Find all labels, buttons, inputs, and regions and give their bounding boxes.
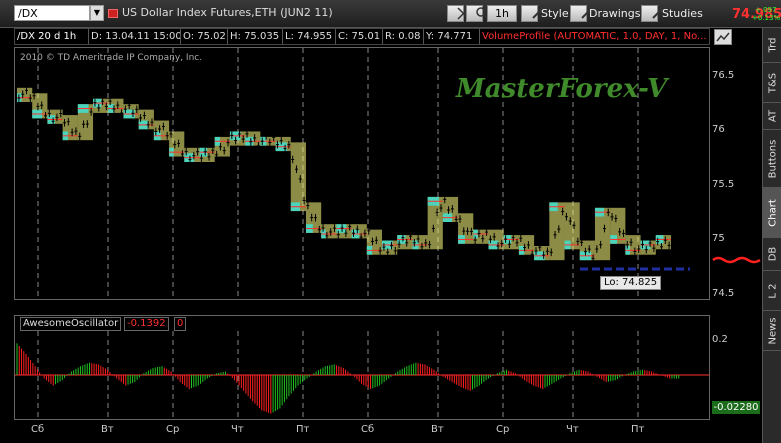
drawings-menu[interactable]: Drawings	[589, 7, 640, 20]
side-tab-chart[interactable]: Chart	[763, 188, 781, 238]
time-axis-tick: Ср	[166, 424, 180, 435]
info-separator	[282, 29, 283, 44]
current-price-marker	[712, 256, 761, 264]
side-tab-news[interactable]: News	[763, 311, 781, 351]
side-tab-l-2[interactable]: L 2	[763, 271, 781, 311]
chart-settings-button[interactable]	[714, 29, 732, 45]
info-separator	[88, 29, 89, 44]
drawings-icon-button[interactable]	[570, 5, 592, 22]
time-axis-tick: Вт	[101, 424, 114, 435]
side-tab-strip: Trd T&S AT Buttons Chart DB L 2 News	[762, 28, 781, 443]
side-tab-trd[interactable]: Trd	[763, 28, 781, 63]
net-change: +.097	[755, 6, 777, 14]
info-separator	[180, 29, 181, 44]
info-separator	[227, 29, 228, 44]
price-axis-tick: 76	[712, 124, 725, 136]
info-symbol-period: /DX 20 d 1h	[17, 31, 77, 42]
current-oscillator-value: -0.02280	[712, 401, 760, 414]
period-button[interactable]: 1h	[487, 5, 517, 22]
info-open: O: 75.02	[183, 31, 226, 42]
time-axis-tick: Чт	[566, 424, 579, 435]
low-price-marker: Lo: 74.825	[600, 276, 662, 290]
info-separator	[479, 29, 480, 44]
info-close: C: 75.01	[338, 31, 381, 42]
zoom-tool-button[interactable]	[466, 5, 489, 22]
futures-flag-icon	[108, 9, 118, 18]
oscillator-value: -0.1392	[124, 317, 169, 331]
oscillator-axis-tick: 0.2	[712, 333, 728, 345]
time-axis-tick: Вт	[431, 424, 444, 435]
info-low: L: 74.955	[285, 31, 333, 42]
side-tab-buttons[interactable]: Buttons	[763, 130, 781, 188]
price-axis-tick: 75.5	[712, 178, 735, 190]
symbol-input[interactable]: /DX	[14, 5, 90, 21]
time-axis-tick: Ср	[496, 424, 510, 435]
copyright-notice: 2010 © TD Ameritrade IP Company, Inc.	[20, 53, 203, 63]
price-axis-tick: 76.5	[712, 69, 735, 81]
watermark-logo: MasterForex-V	[456, 74, 668, 104]
symbol-dropdown-button[interactable]: ▼	[90, 5, 104, 21]
info-separator	[382, 29, 383, 44]
symbol-description: US Dollar Index Futures,ETH (JUN2 11)	[122, 6, 333, 19]
price-axis-tick: 74.5	[712, 288, 735, 299]
info-high: H: 75.035	[230, 31, 280, 42]
crosshair-tool-button[interactable]	[447, 5, 470, 22]
oscillator-name[interactable]: AwesomeOscillator	[20, 317, 122, 331]
chart-info-bar: /DX 20 d 1h D: 13.04.11 15:00 O: 75.02 H…	[14, 28, 710, 45]
time-axis-tick: Сб	[31, 424, 45, 435]
side-tab-at[interactable]: AT	[763, 103, 781, 130]
info-study-volume-profile[interactable]: VolumeProfile (AUTOMATIC, 1.0, DAY, 1, N…	[482, 31, 707, 42]
side-tab-t-s[interactable]: T&S	[763, 63, 781, 103]
price-axis-tick: 75	[712, 233, 725, 245]
time-axis-tick: Пт	[296, 424, 310, 435]
chart-toolbar: /DX ▼ US Dollar Index Futures,ETH (JUN2 …	[0, 0, 781, 28]
style-menu[interactable]: Style	[541, 7, 569, 20]
time-axis-tick: Сб	[361, 424, 375, 435]
studies-menu[interactable]: Studies	[662, 7, 703, 20]
info-separator	[423, 29, 424, 44]
mini-chart-icon	[716, 32, 730, 42]
time-axis-tick: Чт	[231, 424, 244, 435]
side-tab-db[interactable]: DB	[763, 238, 781, 271]
oscillator-value-secondary: 0	[174, 317, 187, 331]
studies-icon-button[interactable]	[641, 5, 663, 22]
info-date: D: 13.04.11 15:00	[91, 31, 182, 42]
oscillator-chart[interactable]	[15, 331, 709, 419]
style-icon-button[interactable]	[521, 5, 543, 22]
percent-change: +0.13%	[752, 14, 781, 22]
info-y: Y: 74.771	[426, 31, 473, 42]
info-range: R: 0.08	[385, 31, 421, 42]
info-separator	[335, 29, 336, 44]
time-axis-tick: Пт	[631, 424, 645, 435]
